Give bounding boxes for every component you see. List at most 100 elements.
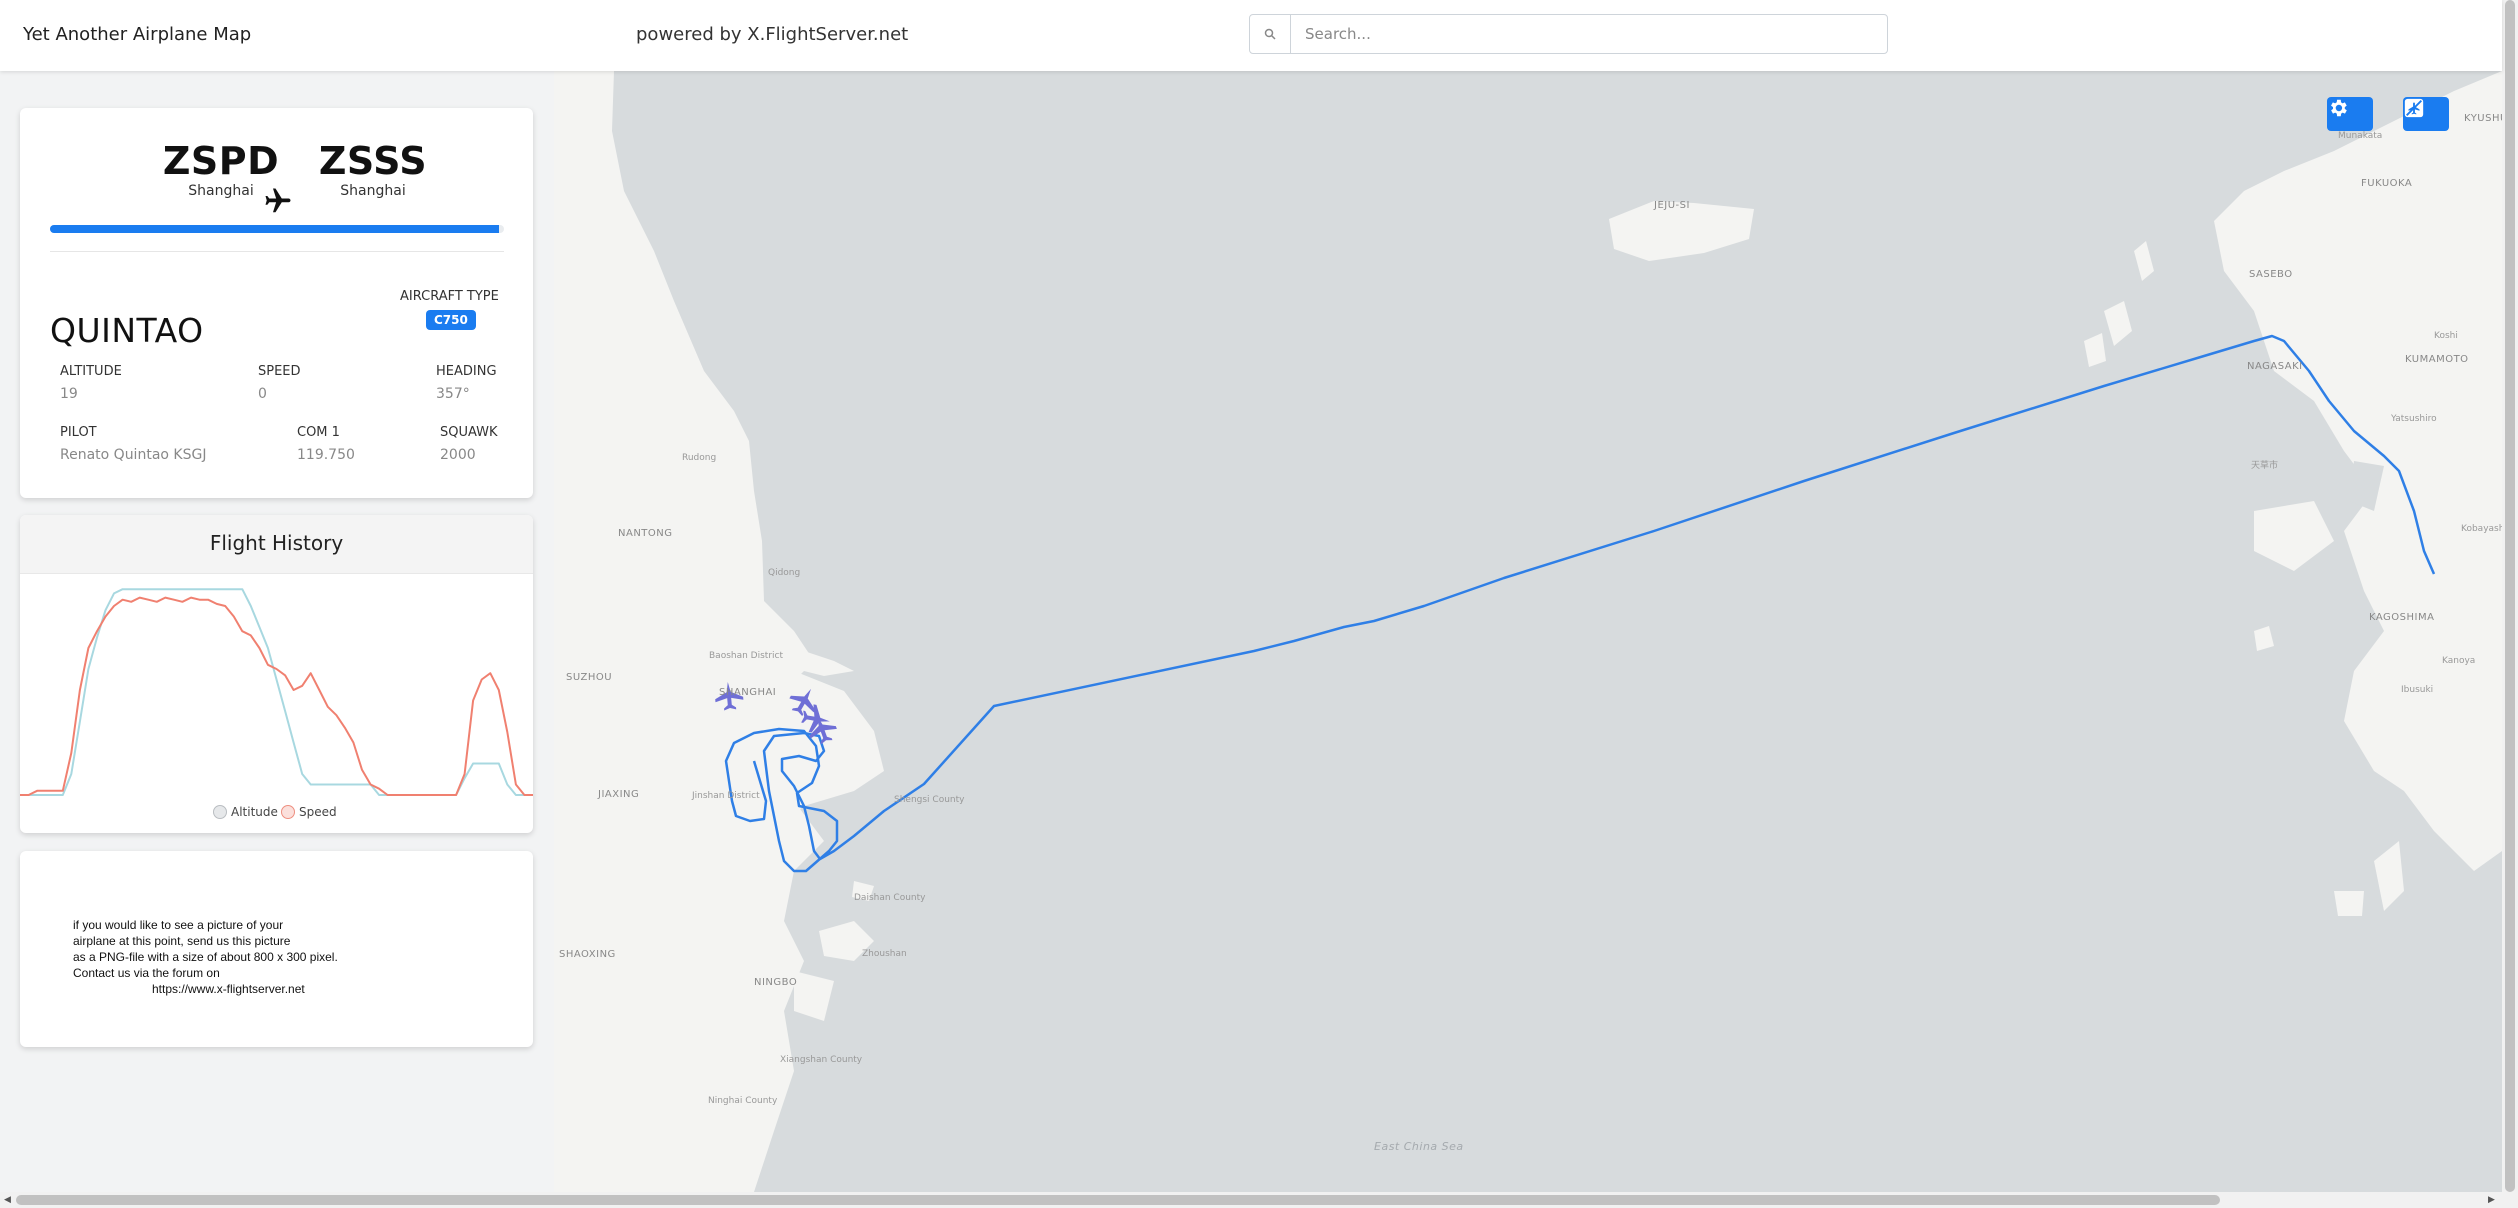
legend-altitude-label: Altitude [231,805,278,819]
departure-code: ZSPD [162,139,280,183]
app-title[interactable]: Yet Another Airplane Map [23,24,251,45]
land-china [554,71,824,1192]
toggle-flights-button[interactable] [2403,97,2449,131]
land-goto-1 [2104,301,2132,346]
search-box [1249,14,1888,54]
flight-progress-fill [50,225,500,233]
land-koshiki [2254,626,2274,651]
map-label-sasebo: SASEBO [2249,269,2293,280]
map-label-kobayashi: Kobayashi [2461,524,2502,534]
map-label-jeju: JEJU-SI [1654,200,1690,211]
gear-icon [2331,99,2347,117]
flight-history-card: Flight History Altitude Speed [20,515,533,833]
search-icon[interactable] [1250,15,1291,53]
arrival-city: Shanghai [340,183,406,199]
squawk-value: 2000 [440,447,476,463]
sidebar: ZSPD Shanghai ZSSS Shanghai QUINTAO AIRC… [0,71,554,1195]
arrival-airport: ZSSS Shanghai [303,140,443,200]
airplane-icon [265,188,291,213]
map-label-ibusuki: Ibusuki [2401,685,2434,695]
flight-history-header: Flight History [20,515,533,574]
com1-value: 119.750 [297,447,355,463]
map-label-amakusa: 天草市 [2251,461,2279,471]
legend-altitude-swatch [213,805,227,819]
heading-label: HEADING [436,364,497,379]
picture-placeholder-text: if you would like to see a picture of yo… [73,917,338,997]
scroll-right-icon[interactable]: ▶ [2488,1195,2495,1205]
map-canvas [554,71,2502,1192]
squawk-label: SQUAWK [440,425,498,440]
land-zhoushan-2 [794,971,834,1021]
picture-text-line: if you would like to see a picture of yo… [73,918,284,932]
map-label-shengsi: Shengsi County [894,795,965,805]
legend-speed-swatch [281,805,295,819]
map-label-kyushu: KYUSHU [2464,113,2502,124]
map-label-zhoushan: Zhoushan [862,949,907,959]
land-amakusa [2254,501,2334,571]
land-goto-2 [2134,241,2154,281]
map-label-suzhou: SUZHOU [566,672,613,683]
map-label-kanoya: Kanoya [2442,656,2476,666]
legend-speed-label: Speed [299,805,337,819]
flight-progress-bar [50,225,504,233]
speed-label: SPEED [258,364,301,379]
route: ZSPD Shanghai ZSSS Shanghai [20,139,533,213]
flight-info-card: ZSPD Shanghai ZSSS Shanghai QUINTAO AIRC… [20,108,533,498]
horizontal-scrollbar-thumb[interactable] [16,1195,2220,1205]
speed-value: 0 [258,386,267,402]
forum-link[interactable]: https://www.x-flightserver.net [73,981,338,997]
map-view[interactable]: JEJU-SI FUKUOKA SASEBO NAGASAKI KUMAMOTO… [554,71,2502,1192]
airplane-picture-card: if you would like to see a picture of yo… [20,851,533,1047]
settings-button[interactable] [2327,97,2373,131]
chart-legend: Altitude Speed [20,805,533,823]
map-label-east-china-sea: East China Sea [1374,1140,1464,1153]
map-label-jinshan: Jinshan District [692,791,760,801]
land-shanghai [654,631,884,841]
vertical-scrollbar-thumb[interactable] [2505,0,2515,1192]
map-label-xiangshan: Xiangshan County [780,1055,863,1065]
divider [50,251,504,252]
map-label-koshi: Koshi [2434,331,2458,341]
map-label-kagoshima: KAGOSHIMA [2369,612,2435,623]
flight-route [724,334,2436,873]
map-label-qidong: Qidong [768,568,801,578]
map-label-nantong: NANTONG [618,528,673,539]
map-label-shanghai: SHANGHAI [719,687,777,698]
airplane-off-icon [2404,98,2424,118]
map-label-ningbo: NINGBO [754,977,798,988]
powered-by-link[interactable]: powered by X.FlightServer.net [636,24,908,45]
map-label-fukuoka: FUKUOKA [2361,178,2413,189]
map-label-daishan: Daishan County [854,893,926,903]
com1-label: COM 1 [297,425,340,440]
legend-altitude[interactable]: Altitude [213,805,278,819]
series-line-speed [20,596,533,796]
pilot-label: PILOT [60,425,97,440]
arrival-code: ZSSS [318,139,428,183]
horizontal-scrollbar[interactable]: ◀ ▶ [0,1192,2502,1208]
heading-value: 357° [436,386,470,402]
vertical-scrollbar[interactable] [2502,0,2518,1208]
land-yakushima [2334,891,2364,916]
pilot-value: Renato Quintao KSGJ [60,447,207,463]
map-label-jiaxing: JIAXING [598,789,640,800]
picture-text-line: Contact us via the forum on [73,966,220,980]
scroll-left-icon[interactable]: ◀ [4,1195,11,1205]
picture-text-line: as a PNG-file with a size of about 800 x… [73,950,338,964]
map-label-kumamoto: KUMAMOTO [2405,354,2469,365]
map-label-yatsushiro: Yatsushiro [2391,414,2437,424]
map-label-ninghai: Ninghai County [708,1096,778,1106]
map-label-munakata: Munakata [2338,131,2383,141]
aircraft-type-label: AIRCRAFT TYPE [400,289,499,304]
map-label-baoshan: Baoshan District [709,651,783,661]
series-line-altitude [20,588,533,796]
flight-history-chart [20,588,533,796]
aircraft-type-badge: C750 [426,310,476,330]
map-label-rudong: Rudong [682,453,717,463]
flight-history-title: Flight History [209,531,344,555]
land-tanegashima [2374,841,2404,911]
altitude-label: ALTITUDE [60,364,122,379]
legend-speed[interactable]: Speed [281,805,337,819]
altitude-value: 19 [60,386,78,402]
callsign: QUINTAO [50,311,204,350]
search-input[interactable] [1291,15,1887,53]
